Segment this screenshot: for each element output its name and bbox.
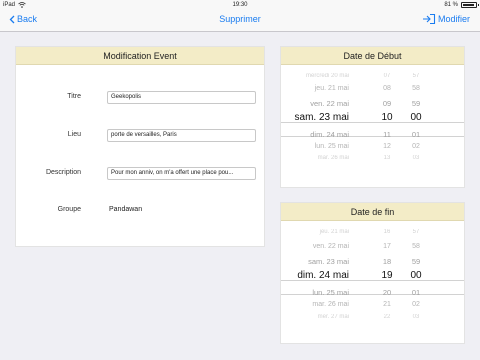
title-row: Titre Geekopolis (16, 91, 264, 105)
picker-hour: 17 (383, 243, 391, 250)
group-label: Groupe (57, 206, 81, 213)
picker-row[interactable]: sam. 23 mai 10 00 (281, 112, 464, 124)
picker-row[interactable]: sam. 23 mai 18 59 (281, 257, 464, 269)
picker-row[interactable]: mar. 26 mai 21 02 (281, 301, 464, 313)
picker-hour: 20 (382, 288, 392, 297)
end-date-header: Date de fin (281, 203, 464, 221)
picker-row[interactable]: jeu. 21 mai 08 58 (281, 85, 464, 97)
battery-icon (461, 2, 479, 8)
picker-row[interactable]: ven. 22 mai 09 59 (281, 99, 464, 111)
picker-minute: 58 (412, 85, 420, 92)
picker-date: lun. 25 mai (312, 288, 349, 297)
picker-row[interactable]: mercredi 20 mai 07 57 (281, 73, 464, 80)
picker-date: dim. 24 mai (310, 130, 349, 139)
picker-hour: 08 (383, 85, 391, 92)
edit-button[interactable]: Modifier (422, 13, 470, 25)
picker-date: mer. 27 mai (317, 314, 349, 320)
clock: 19:30 (232, 2, 248, 8)
picker-minute: 01 (411, 130, 421, 139)
picker-date: mercredi 20 mai (305, 73, 349, 79)
picker-row[interactable]: lun. 25 mai 12 02 (281, 143, 464, 155)
group-row: Groupe Pandawan (16, 204, 264, 218)
picker-minute: 00 (410, 112, 422, 123)
navigation-bar: Back Supprimer Modifier (0, 10, 480, 32)
picker-hour: 22 (383, 314, 391, 320)
picker-hour: 21 (383, 301, 391, 308)
picker-date: dim. 24 mai (297, 270, 349, 281)
picker-row[interactable]: dim. 24 mai 19 00 (281, 270, 464, 282)
picker-hour: 18 (382, 257, 392, 266)
picker-row[interactable]: mer. 27 mai 22 03 (281, 314, 464, 321)
start-date-picker[interactable]: mercredi 20 mai 07 57 jeu. 21 mai 08 58 ven. 2… (281, 69, 464, 187)
status-bar: iPad 19:30 81 % (0, 0, 480, 10)
end-date-picker[interactable]: jeu. 21 mai 16 57 ven. 22 mai 17 58 sam. 23 ma… (281, 225, 464, 343)
picker-hour: 07 (383, 73, 391, 79)
location-row: Lieu porte de versailles, Paris (16, 129, 264, 143)
description-field[interactable]: Pour mon anniv, on m'a offert une place … (107, 167, 256, 180)
picker-hour: 10 (381, 112, 393, 123)
picker-row[interactable]: mar. 26 mai 13 03 (281, 155, 464, 162)
picker-date: ven. 22 mai (310, 99, 349, 108)
picker-minute: 57 (412, 229, 420, 235)
picker-minute: 01 (411, 288, 421, 297)
arrow-in-icon (422, 13, 436, 25)
picker-date: jeu. 21 mai (314, 85, 349, 92)
picker-minute: 02 (412, 301, 420, 308)
picker-minute: 00 (410, 270, 422, 281)
picker-row[interactable]: dim. 24 mai 11 01 (281, 130, 464, 142)
group-value[interactable]: Pandawan (109, 206, 142, 213)
picker-date: sam. 23 mai (294, 112, 349, 123)
picker-hour: 13 (383, 155, 391, 161)
start-date-card: Date de Début mercredi 20 mai 07 57 jeu. 21… (280, 46, 465, 188)
back-button[interactable]: Back (9, 14, 37, 24)
picker-minute: 59 (411, 257, 421, 266)
picker-row[interactable]: ven. 22 mai 17 58 (281, 243, 464, 255)
picker-hour: 09 (382, 99, 392, 108)
end-date-card: Date de fin jeu. 21 mai 16 57 ven. 22 mai 17… (280, 202, 465, 344)
picker-row[interactable]: lun. 25 mai 20 01 (281, 288, 464, 300)
location-label: Lieu (67, 131, 81, 138)
location-field[interactable]: porte de versailles, Paris (107, 129, 256, 142)
battery-percent: 81 % (444, 2, 458, 8)
picker-date: jeu. 21 mai (319, 229, 349, 235)
title-field[interactable]: Geekopolis (107, 91, 256, 104)
chevron-left-icon (9, 15, 15, 23)
delete-button[interactable]: Supprimer (219, 14, 261, 24)
picker-date: sam. 23 mai (308, 257, 349, 266)
picker-minute: 59 (411, 99, 421, 108)
description-label: Description (45, 169, 81, 176)
start-date-header: Date de Début (281, 47, 464, 65)
event-form-card: Modification Event Titre Geekopolis Lieu… (15, 46, 265, 247)
edit-label: Modifier (437, 14, 470, 24)
picker-date: mar. 26 mai (312, 301, 349, 308)
picker-date: mar. 26 mai (317, 155, 349, 161)
picker-minute: 58 (412, 243, 420, 250)
picker-minute: 03 (412, 314, 420, 320)
picker-hour: 11 (383, 130, 391, 139)
picker-row[interactable]: jeu. 21 mai 16 57 (281, 229, 464, 236)
picker-minute: 02 (412, 143, 420, 150)
picker-hour: 12 (383, 143, 391, 150)
event-form-header: Modification Event (16, 47, 264, 65)
description-row: Description Pour mon anniv, on m'a offer… (16, 167, 264, 181)
picker-date: lun. 25 mai (314, 143, 349, 150)
picker-minute: 03 (412, 155, 420, 161)
picker-date: ven. 22 mai (312, 243, 349, 250)
picker-hour: 19 (381, 270, 393, 281)
picker-minute: 57 (412, 73, 420, 79)
picker-hour: 16 (383, 229, 391, 235)
back-label: Back (17, 14, 38, 24)
title-label: Titre (67, 93, 81, 100)
